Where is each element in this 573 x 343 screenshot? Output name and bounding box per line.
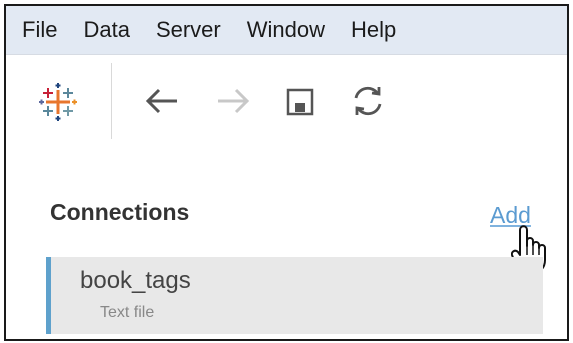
connection-item[interactable]: book_tags Text file bbox=[46, 257, 543, 334]
menu-data[interactable]: Data bbox=[70, 6, 142, 54]
connection-name: book_tags bbox=[80, 267, 191, 294]
arrow-right-icon bbox=[218, 88, 250, 114]
app-window: File Data Server Window Help Connections… bbox=[4, 4, 569, 341]
refresh-icon bbox=[354, 86, 382, 116]
back-button[interactable] bbox=[142, 81, 182, 121]
connection-type: Text file bbox=[100, 304, 155, 321]
tableau-logo-icon[interactable] bbox=[38, 82, 78, 122]
refresh-button[interactable] bbox=[348, 81, 388, 121]
menu-help[interactable]: Help bbox=[338, 6, 409, 54]
menu-server[interactable]: Server bbox=[143, 6, 234, 54]
menu-bar: File Data Server Window Help bbox=[6, 6, 567, 55]
toolbar bbox=[6, 55, 567, 145]
forward-button[interactable] bbox=[213, 81, 253, 121]
menu-window[interactable]: Window bbox=[234, 6, 338, 54]
save-button[interactable] bbox=[281, 81, 321, 121]
menu-file[interactable]: File bbox=[6, 6, 70, 54]
save-icon bbox=[286, 88, 314, 116]
toolbar-divider bbox=[111, 63, 112, 139]
arrow-left-icon bbox=[145, 88, 177, 114]
connections-heading: Connections bbox=[50, 199, 190, 225]
